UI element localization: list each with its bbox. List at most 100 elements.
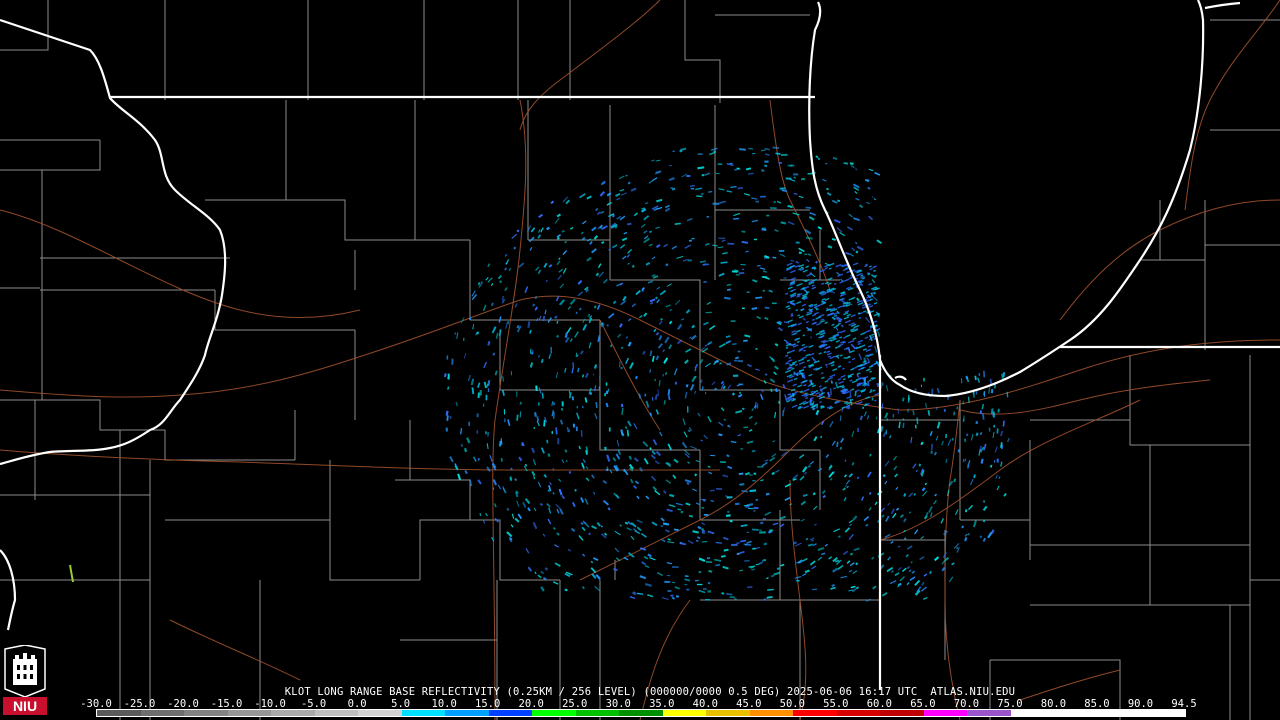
scale-color-segment: [358, 710, 402, 716]
echo-mark: [575, 311, 578, 315]
echo-mark: [882, 473, 886, 478]
echo-mark: [649, 230, 653, 233]
echo-mark: [673, 528, 679, 531]
echo-mark: [766, 596, 773, 599]
echo-mark: [869, 338, 872, 341]
echo-mark: [700, 527, 705, 531]
echo-mark: [897, 582, 902, 587]
echo-mark: [832, 156, 838, 161]
scale-color-segment: [1054, 710, 1098, 716]
echo-mark: [581, 374, 585, 378]
echo-mark: [638, 393, 642, 399]
echo-mark: [529, 329, 532, 334]
echo-mark: [875, 416, 878, 420]
echo-mark: [865, 263, 868, 266]
echo-mark: [502, 295, 504, 301]
echo-mark: [708, 190, 713, 193]
echo-mark: [736, 552, 740, 556]
echo-mark: [997, 408, 1000, 413]
echo-mark: [848, 323, 852, 327]
echo-mark: [800, 267, 804, 269]
echo-mark: [964, 537, 968, 542]
scale-color-segment: [706, 710, 750, 716]
echo-mark: [901, 397, 905, 402]
echo-mark: [815, 308, 819, 311]
echo-mark: [732, 343, 737, 346]
echo-mark: [869, 370, 872, 373]
echo-mark: [514, 478, 518, 482]
echo-mark: [839, 354, 843, 357]
echo-mark: [555, 427, 558, 435]
echo-mark: [810, 390, 814, 393]
echo-mark: [712, 244, 718, 247]
echo-mark: [839, 446, 843, 450]
color-scale-labels: -30.0 -25.0 -20.0 -15.0 -10.0 -5.0 0.0 5.0 10.0 1…: [80, 698, 1196, 710]
echo-mark: [580, 430, 583, 437]
echo-mark: [748, 507, 754, 510]
echo-mark: [854, 168, 858, 170]
echo-mark: [805, 396, 809, 400]
echo-mark: [620, 403, 624, 408]
echo-mark: [886, 418, 889, 422]
echo-mark: [685, 384, 689, 388]
echo-mark: [568, 470, 572, 474]
echo-mark: [864, 403, 868, 406]
echo-mark: [739, 148, 746, 151]
echo-mark: [808, 366, 812, 369]
scale-color-segment: [662, 710, 707, 716]
echo-mark: [734, 356, 740, 360]
echo-mark: [614, 225, 618, 229]
echo-mark: [715, 541, 723, 544]
echo-mark: [540, 358, 544, 364]
echo-mark: [842, 367, 845, 370]
echo-mark: [1000, 442, 1003, 448]
echo-mark: [793, 541, 797, 545]
echo-mark: [805, 206, 812, 209]
echo-mark: [720, 554, 726, 558]
echo-mark: [605, 402, 609, 408]
echo-mark: [850, 585, 856, 589]
echo-mark: [454, 332, 457, 335]
echo-mark: [529, 362, 534, 368]
echo-mark: [753, 509, 756, 513]
echo-mark: [620, 429, 624, 436]
echo-mark: [587, 313, 591, 318]
echo-mark: [737, 359, 744, 363]
echo-mark: [855, 586, 860, 590]
echo-mark: [868, 491, 872, 495]
echo-mark: [974, 375, 977, 381]
echo-mark: [536, 416, 540, 422]
echo-mark: [864, 362, 867, 365]
echo-mark: [655, 296, 658, 300]
echo-mark: [874, 399, 877, 402]
echo-mark: [837, 331, 841, 334]
echo-mark: [740, 524, 748, 527]
echo-mark: [843, 162, 849, 165]
echo-mark: [447, 386, 450, 390]
echo-mark: [962, 458, 965, 463]
echo-mark: [826, 187, 829, 191]
echo-mark: [812, 407, 816, 411]
echo-mark: [767, 530, 773, 534]
echo-mark: [513, 246, 517, 250]
echo-mark: [867, 402, 870, 406]
echo-mark: [973, 474, 976, 479]
echo-mark: [604, 392, 607, 397]
echo-mark: [697, 166, 705, 170]
echo-mark: [601, 241, 605, 245]
echo-mark: [873, 269, 877, 272]
echo-mark: [688, 514, 694, 518]
echo-mark: [734, 502, 740, 506]
echo-mark: [898, 421, 901, 429]
echo-mark: [581, 405, 584, 409]
echo-mark: [729, 520, 733, 523]
echo-mark: [671, 187, 676, 191]
echo-mark: [736, 542, 740, 544]
echo-mark: [460, 428, 463, 435]
echo-mark: [809, 272, 813, 275]
echo-mark: [675, 595, 680, 598]
echo-mark: [524, 463, 528, 467]
echo-mark: [918, 463, 922, 467]
echo-mark: [833, 282, 837, 285]
echo-mark: [498, 443, 501, 448]
